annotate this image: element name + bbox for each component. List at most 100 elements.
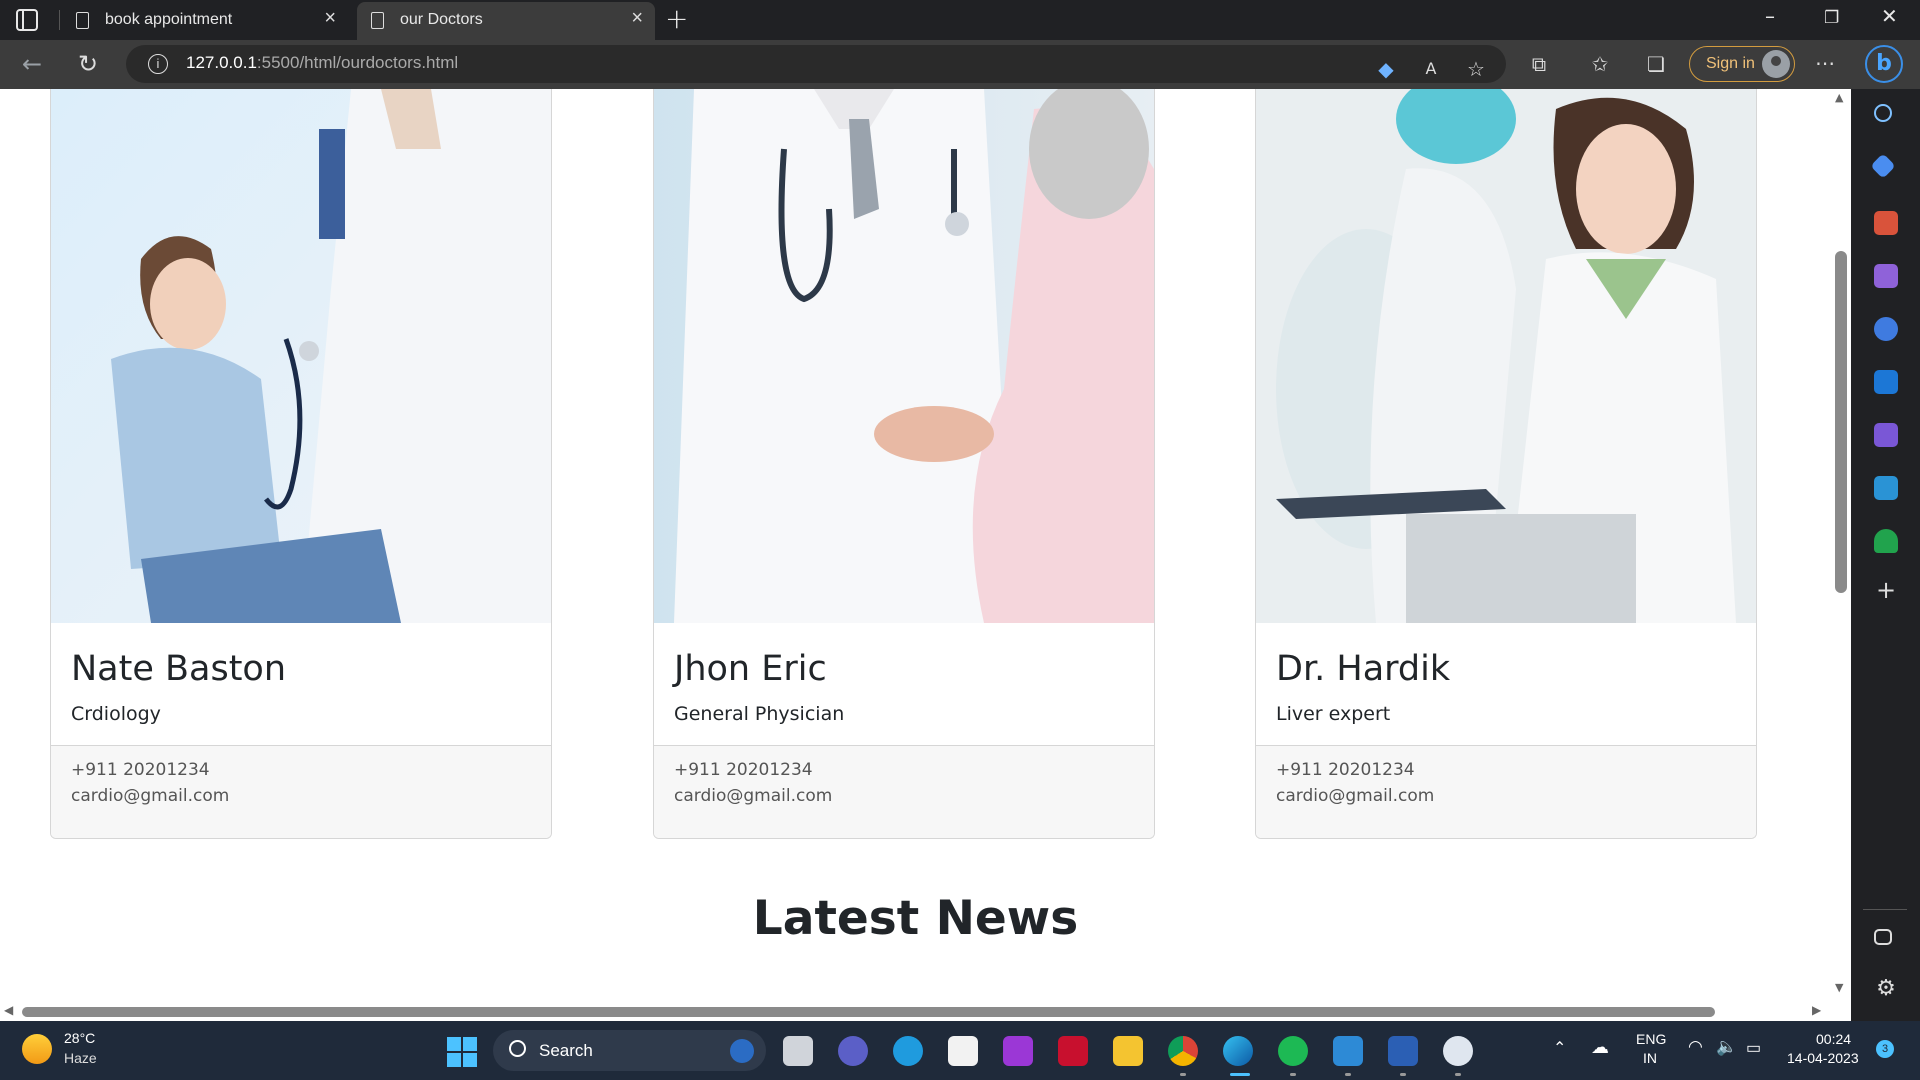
url-field[interactable]: i 127.0.0.1:5500/html/ourdoctors.html ◆ …	[126, 45, 1506, 83]
back-icon[interactable]: ←	[22, 50, 42, 78]
tools-icon[interactable]	[1874, 211, 1898, 235]
sign-in-button[interactable]: Sign in	[1689, 46, 1795, 82]
shopping-icon[interactable]	[1870, 153, 1896, 179]
doctor-email: cardio@gmail.com	[674, 786, 833, 806]
mcafee-icon[interactable]	[1058, 1036, 1088, 1066]
doctor-specialty: General Physician	[674, 703, 845, 725]
running-indicator	[1290, 1073, 1296, 1076]
refresh-icon[interactable]: ↻	[78, 50, 98, 78]
doctor-phone: +911 20201234	[1276, 760, 1415, 780]
outlook-icon[interactable]	[1874, 370, 1898, 394]
language-code[interactable]: ENG	[1636, 1031, 1666, 1047]
start-button[interactable]	[447, 1037, 477, 1067]
scroll-right-icon[interactable]: ▶	[1812, 1003, 1821, 1017]
onedrive-icon[interactable]	[1443, 1036, 1473, 1066]
running-indicator	[1180, 1073, 1186, 1076]
maximize-icon[interactable]: ❐	[1824, 8, 1839, 28]
telegram-icon[interactable]	[1874, 476, 1898, 500]
active-indicator	[1230, 1073, 1250, 1076]
doctor-contact: +911 20201234 cardio@gmail.com	[51, 745, 551, 838]
more-options-icon[interactable]: ⋯	[1813, 51, 1837, 75]
tab-title: our Doctors	[400, 11, 483, 28]
page-icon	[76, 12, 89, 29]
doctor-phone: +911 20201234	[674, 760, 813, 780]
battery-icon[interactable]: ▭	[1746, 1038, 1761, 1058]
bing-copilot-icon[interactable]: b	[1865, 45, 1903, 83]
doctor-contact: +911 20201234 cardio@gmail.com	[654, 745, 1154, 838]
page-viewport: Nate Baston Crdiology +911 20201234 card…	[0, 89, 1851, 1021]
doctor-card: Dr. Hardik Liver expert +911 20201234 ca…	[1255, 89, 1757, 839]
teams-chat-icon[interactable]	[838, 1036, 868, 1066]
horizontal-scrollbar[interactable]: ◀ ▶	[0, 1001, 1831, 1021]
show-hidden-icons-icon[interactable]: ⌃	[1553, 1038, 1566, 1058]
doctor-name: Dr. Hardik	[1276, 649, 1451, 689]
weather-temperature[interactable]: 28°C	[64, 1030, 95, 1046]
doctor-name: Jhon Eric	[674, 649, 827, 689]
tab-actions-icon[interactable]	[16, 9, 38, 31]
doctor-card: Nate Baston Crdiology +911 20201234 card…	[50, 89, 552, 839]
edge-icon[interactable]	[1223, 1036, 1253, 1066]
read-aloud-icon[interactable]: A	[1419, 57, 1443, 81]
doctor-photo-image	[654, 89, 1154, 623]
doctor-photo-image	[1256, 89, 1756, 623]
tab-separator	[59, 10, 60, 30]
chrome-icon[interactable]	[1168, 1036, 1198, 1066]
window-close-icon[interactable]: ✕	[1881, 4, 1898, 28]
microsoft-365-icon[interactable]	[1874, 317, 1898, 341]
scroll-left-icon[interactable]: ◀	[4, 1003, 13, 1017]
region-code[interactable]: IN	[1643, 1050, 1657, 1066]
help-icon[interactable]	[893, 1036, 923, 1066]
close-icon[interactable]: ×	[324, 7, 336, 30]
latest-news-heading: Latest News	[752, 891, 1079, 946]
minimize-icon[interactable]: –	[1765, 4, 1775, 28]
tab-bar: book appointment × our Doctors × + – ❐ ✕	[0, 0, 1920, 40]
tree-icon[interactable]	[1874, 529, 1898, 553]
task-view-icon[interactable]	[783, 1036, 813, 1066]
url-text[interactable]: 127.0.0.1:5500/html/ourdoctors.html	[186, 53, 458, 73]
notification-badge[interactable]: 3	[1876, 1040, 1894, 1058]
split-screen-icon[interactable]	[1874, 929, 1892, 945]
wifi-icon[interactable]: ◠	[1688, 1037, 1703, 1057]
designer-icon[interactable]	[1874, 423, 1898, 447]
taskbar-search[interactable]: Search	[493, 1030, 766, 1071]
tab-book-appointment[interactable]: book appointment ×	[62, 2, 348, 40]
search-icon[interactable]	[1874, 104, 1892, 122]
clock-date[interactable]: 14-04-2023	[1787, 1050, 1859, 1066]
vscode-icon[interactable]	[1333, 1036, 1363, 1066]
taskbar: 28°C Haze Search ⌃ ☁ ENG IN ◠ 🔈 ▭ 00:24 …	[0, 1021, 1920, 1080]
shopping-tag-icon[interactable]: ◆	[1374, 57, 1398, 81]
doctor-phone: +911 20201234	[71, 760, 210, 780]
settings-gear-icon[interactable]: ⚙	[1874, 977, 1898, 1001]
add-icon[interactable]: +	[1874, 578, 1898, 603]
games-icon[interactable]	[1874, 264, 1898, 288]
sidebar-divider	[1863, 909, 1907, 910]
sign-in-label: Sign in	[1706, 55, 1755, 72]
add-favorite-icon[interactable]: ☆	[1464, 57, 1488, 81]
extensions-icon[interactable]: ⧉	[1527, 52, 1551, 76]
scroll-up-icon[interactable]: ▲	[1835, 91, 1843, 104]
weather-haze-icon[interactable]	[22, 1034, 52, 1064]
scroll-thumb[interactable]	[22, 1007, 1715, 1017]
onedrive-status-icon[interactable]: ☁	[1591, 1037, 1609, 1058]
intellij-icon[interactable]	[1003, 1036, 1033, 1066]
clock-time[interactable]: 00:24	[1816, 1031, 1851, 1047]
spotify-icon[interactable]	[1278, 1036, 1308, 1066]
collections-icon[interactable]: ❏	[1644, 52, 1668, 76]
weather-description[interactable]: Haze	[64, 1050, 97, 1066]
site-info-icon[interactable]: i	[148, 54, 168, 74]
running-indicator	[1345, 1073, 1351, 1076]
tab-our-doctors[interactable]: our Doctors ×	[357, 2, 655, 40]
file-explorer-icon[interactable]	[1113, 1036, 1143, 1066]
close-icon[interactable]: ×	[631, 7, 643, 30]
new-tab-icon[interactable]: +	[665, 2, 688, 35]
vertical-scrollbar[interactable]: ▲ ▼	[1831, 89, 1851, 1001]
microsoft-store-icon[interactable]	[948, 1036, 978, 1066]
scroll-down-icon[interactable]: ▼	[1835, 981, 1843, 994]
doctor-photo	[1256, 89, 1756, 623]
scroll-thumb[interactable]	[1835, 251, 1847, 593]
word-icon[interactable]	[1388, 1036, 1418, 1066]
favorites-icon[interactable]: ✩	[1588, 52, 1612, 76]
volume-icon[interactable]: 🔈	[1716, 1037, 1737, 1057]
running-indicator	[1455, 1073, 1461, 1076]
doctor-specialty: Crdiology	[71, 703, 161, 725]
